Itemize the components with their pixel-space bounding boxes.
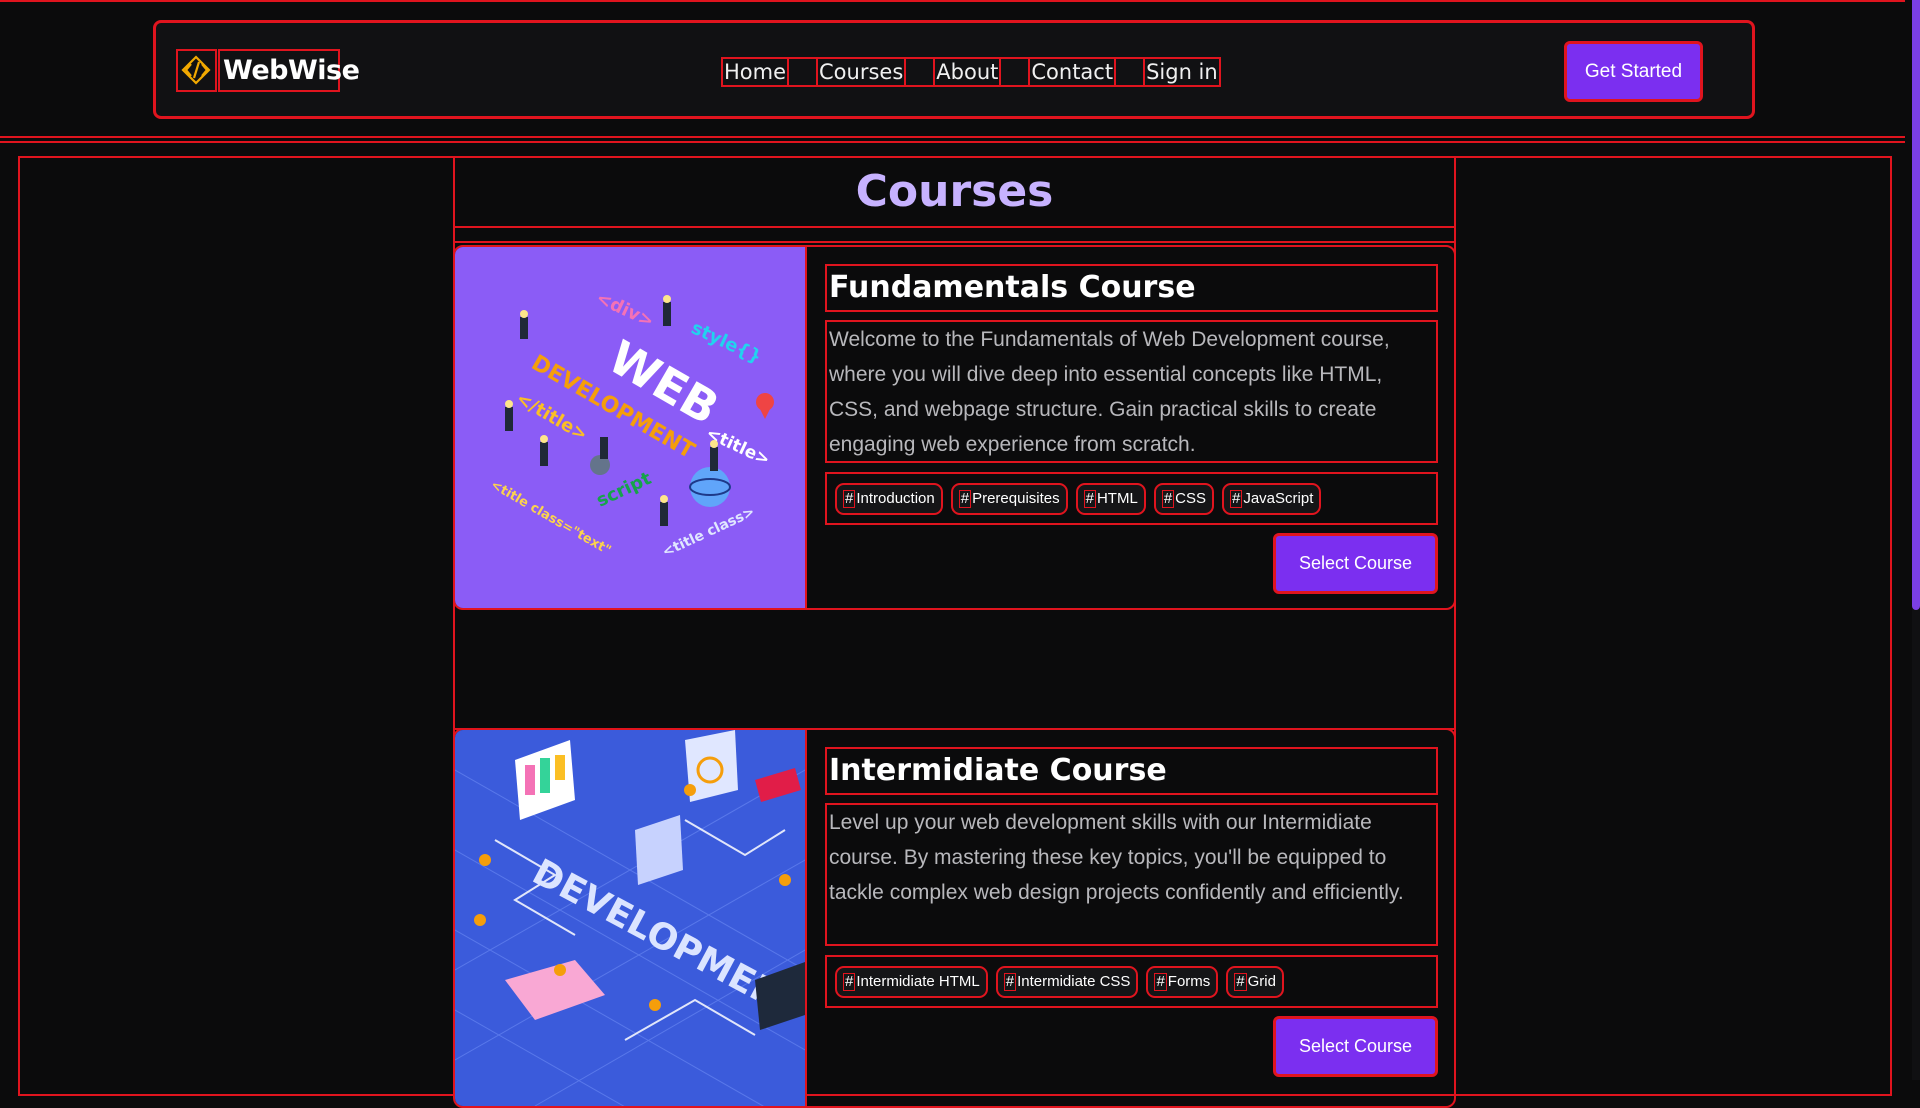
course-tag[interactable]: # CSS: [1153, 482, 1214, 515]
top-border-line: [0, 0, 1905, 2]
page-title: Courses: [855, 166, 1054, 217]
hash-icon: #: [1154, 972, 1167, 991]
hash-icon: #: [1083, 489, 1096, 508]
course-tag[interactable]: # Intermidiate CSS: [995, 965, 1139, 998]
select-course-button[interactable]: Select Course: [1273, 533, 1438, 594]
nav-separator: [906, 57, 934, 87]
course-image-development-isometric: DEVELOPMENT: [455, 730, 807, 1106]
logo-code-icon[interactable]: [176, 49, 217, 92]
site-header: WebWise Home Courses About Contact Sign …: [153, 20, 1755, 119]
course-tag[interactable]: # Intermidiate HTML: [835, 965, 988, 998]
course-tag[interactable]: # Prerequisites: [950, 482, 1068, 515]
nav-sign-in[interactable]: Sign in: [1143, 57, 1221, 87]
course-card: DEVELOPMENT Intermidiate Course Level up…: [453, 728, 1456, 1108]
card-spacer: [453, 610, 1456, 730]
course-tags: # Introduction # Prerequisites # HTML # CSS …: [825, 472, 1438, 525]
nav-separator: [789, 57, 817, 87]
course-tag[interactable]: # Forms: [1146, 965, 1219, 998]
hash-icon: #: [843, 972, 856, 991]
scrollbar-thumb[interactable]: [1912, 0, 1920, 610]
course-image-web-development: WEB DEVELOPMENT <div> style{} </title> <…: [455, 247, 807, 608]
page-title-box: Courses: [453, 156, 1456, 228]
hash-icon: #: [1234, 972, 1247, 991]
header-divider: [0, 136, 1905, 138]
nav-contact[interactable]: Contact: [1028, 57, 1117, 87]
nav-separator: [1116, 57, 1144, 87]
course-description: Welcome to the Fundamentals of Web Devel…: [825, 320, 1438, 463]
course-title: Fundamentals Course: [825, 264, 1438, 312]
course-tag[interactable]: # JavaScript: [1222, 482, 1322, 515]
main-nav: Home Courses About Contact Sign in: [721, 57, 1221, 87]
hash-icon: #: [1230, 489, 1243, 508]
hash-icon: #: [1161, 489, 1175, 508]
hash-icon: #: [843, 489, 856, 508]
course-tag[interactable]: # HTML: [1075, 482, 1146, 515]
course-title: Intermidiate Course: [825, 747, 1438, 795]
course-card: WEB DEVELOPMENT <div> style{} </title> <…: [453, 245, 1456, 610]
nav-about[interactable]: About: [933, 57, 1002, 87]
course-description: Level up your web development skills wit…: [825, 803, 1438, 946]
nav-courses[interactable]: Courses: [816, 57, 907, 87]
nav-home[interactable]: Home: [721, 57, 790, 87]
hash-icon: #: [958, 489, 972, 508]
scrollbar[interactable]: [1912, 0, 1920, 1080]
course-tag[interactable]: # Introduction: [835, 482, 943, 515]
header-divider-2: [0, 141, 1905, 143]
nav-separator: [1001, 57, 1029, 87]
hash-icon: #: [1003, 972, 1017, 991]
select-course-button[interactable]: Select Course: [1273, 1016, 1438, 1077]
course-tag[interactable]: # Grid: [1226, 965, 1284, 998]
get-started-button[interactable]: Get Started: [1564, 41, 1703, 102]
title-underline: [453, 241, 1456, 243]
brand-name[interactable]: WebWise: [218, 49, 360, 92]
course-tags: # Intermidiate HTML # Intermidiate CSS # Fo…: [825, 955, 1438, 1008]
